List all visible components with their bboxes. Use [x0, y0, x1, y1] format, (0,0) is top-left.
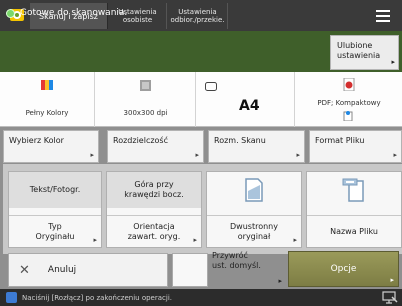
original-type-label-1: Typ	[48, 221, 62, 231]
orientation-label-2: zawart. oryg.	[127, 231, 181, 241]
options-button[interactable]: Opcje ▸	[288, 251, 399, 287]
two-sided-label-area: Dwustronny oryginał	[207, 215, 301, 247]
summary-format-value: PDF; Kompaktowy	[317, 99, 381, 107]
expand-arrow-icon: ▸	[393, 151, 397, 159]
restore-defaults-button[interactable]: Przywróć ust. domyśl. ▸	[212, 250, 286, 288]
restore-defaults-line1: Przywróć	[212, 251, 248, 260]
select-color-label: Wybierz Kolor	[9, 136, 64, 145]
file-name-button[interactable]: Nazwa Pliku	[306, 171, 402, 248]
favorite-settings-line2: ustawienia	[337, 51, 381, 60]
expand-arrow-icon: ▸	[195, 151, 199, 159]
expand-arrow-icon: ▸	[296, 151, 300, 159]
orientation-value-2: krawędzi bocz.	[124, 190, 184, 199]
summary-resolution-value: 300x300 dpi	[123, 109, 168, 117]
footer-message-text: Naciśnij [Rozłącz] po zakończeniu operac…	[22, 293, 172, 302]
tab-receiver-settings[interactable]: Ustawienia odbior./przekie.	[168, 3, 228, 29]
original-type-value: Tekst/Fotogr.	[29, 185, 81, 194]
file-name-icon-area	[307, 172, 401, 208]
orientation-value-1: Góra przy	[134, 180, 174, 189]
expand-arrow-icon: ▸	[90, 151, 94, 159]
two-sided-original-button[interactable]: Dwustronny oryginał ▸	[206, 171, 302, 248]
status-message-text: Gotowe do skanowania.	[20, 8, 128, 18]
expand-arrow-icon: ▸	[93, 236, 97, 244]
summary-resolution: 300x300 dpi	[96, 72, 196, 127]
pdf-file-icon	[343, 78, 355, 91]
summary-format: PDF; Kompaktowy	[296, 72, 402, 127]
blank-button[interactable]	[172, 253, 208, 287]
orientation-label-1: Orientacja	[133, 221, 175, 231]
resolution-button[interactable]: Rozdzielczość ▸	[107, 130, 204, 163]
file-format-button[interactable]: Format Pliku ▸	[309, 130, 402, 163]
file-name-label-area: Nazwa Pliku	[307, 215, 401, 247]
content-orientation-button[interactable]: Góra przy krawędzi bocz. Orientacja zawa…	[106, 171, 202, 248]
file-attachment-icon	[343, 111, 353, 121]
original-type-label-area: Typ Oryginału	[9, 215, 101, 247]
footer-message: Naciśnij [Rozłącz] po zakończeniu operac…	[0, 289, 402, 306]
two-sided-label-2: oryginał	[237, 231, 271, 241]
summary-size-value: A4	[239, 98, 260, 114]
tab-receiver-settings-line2: odbior./przekie.	[170, 16, 225, 24]
tab-receiver-settings-line1: Ustawienia	[178, 8, 217, 16]
original-type-button[interactable]: Tekst/Fotogr. Typ Oryginału ▸	[8, 171, 102, 248]
favorite-settings-button[interactable]: Ulubione ustawienia ▸	[330, 35, 399, 70]
status-ready-icon	[6, 8, 15, 18]
cancel-label: Anuluj	[47, 265, 77, 275]
two-sided-label-1: Dwustronny	[230, 221, 278, 231]
restore-defaults-line2: ust. domyśl.	[212, 261, 261, 270]
options-label: Opcje	[330, 264, 357, 274]
original-type-label-2: Oryginału	[35, 231, 75, 241]
status-message: Gotowe do skanowania.	[6, 8, 127, 18]
file-name-label: Nazwa Pliku	[330, 226, 378, 236]
orientation-value-area: Góra przy krawędzi bocz.	[107, 172, 201, 208]
hamburger-icon[interactable]	[368, 4, 398, 28]
info-icon	[6, 292, 17, 303]
summary-color-value: Pełny Kolory	[25, 109, 69, 117]
expand-arrow-icon: ▸	[293, 236, 297, 244]
resolution-label: Rozdzielczość	[113, 136, 168, 145]
expand-arrow-icon: ▸	[278, 277, 282, 285]
orientation-label-area: Orientacja zawart. oryg.	[107, 215, 201, 247]
expand-arrow-icon: ▸	[391, 58, 395, 66]
expand-arrow-icon: ▸	[193, 236, 197, 244]
summary-size: A4	[197, 72, 295, 127]
summary-color: Pełny Kolory	[0, 72, 95, 127]
color-mode-icon	[41, 80, 53, 90]
favorite-settings-line1: Ulubione	[337, 41, 373, 50]
scan-size-label: Rozm. Skanu	[214, 136, 266, 145]
status-monitor-icon[interactable]	[382, 291, 398, 304]
file-name-icon	[342, 178, 364, 202]
original-size-icon	[205, 82, 217, 91]
file-format-label: Format Pliku	[315, 136, 365, 145]
cancel-button[interactable]: ✕ Anuluj	[8, 253, 168, 287]
expand-arrow-icon: ▸	[390, 276, 394, 284]
close-icon: ✕	[19, 262, 30, 278]
settings-summary: Pełny Kolory 300x300 dpi A4 PDF; Kompakt…	[0, 72, 402, 127]
resolution-icon	[140, 80, 151, 91]
two-sided-document-icon	[245, 178, 263, 202]
two-sided-icon-area	[207, 172, 301, 208]
scan-size-button[interactable]: Rozm. Skanu ▸	[208, 130, 305, 163]
original-type-value-area: Tekst/Fotogr.	[9, 172, 101, 208]
select-color-button[interactable]: Wybierz Kolor ▸	[3, 130, 99, 163]
